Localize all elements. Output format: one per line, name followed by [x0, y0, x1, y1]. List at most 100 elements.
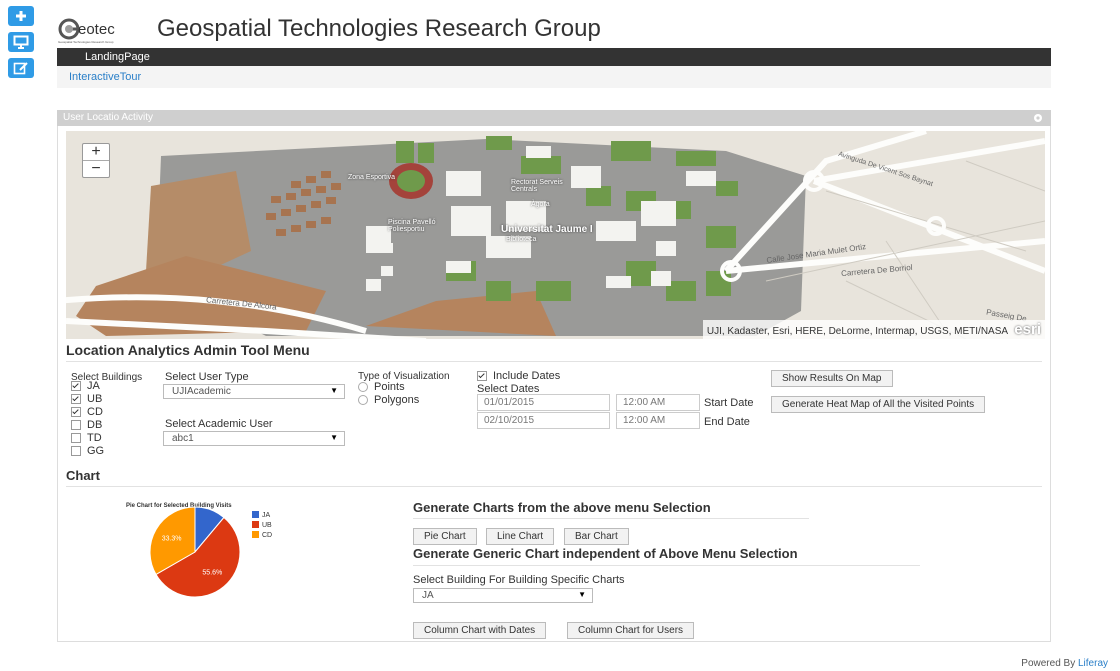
include-dates-option[interactable]: Include Dates: [477, 370, 560, 382]
end-time-input[interactable]: 12:00 AM: [616, 412, 700, 429]
building-select-value: JA: [422, 590, 434, 601]
site-title: Geospatial Technologies Research Group: [157, 15, 601, 42]
zoom-in-button[interactable]: +: [83, 144, 109, 160]
building-select[interactable]: JA ▼: [413, 588, 593, 603]
heatmap-button[interactable]: Generate Heat Map of All the Visited Poi…: [771, 396, 986, 413]
pie-chart-button[interactable]: Pie Chart: [413, 528, 477, 545]
map-label-biblioteca: Biblioteca: [506, 236, 537, 243]
radio-points[interactable]: [358, 382, 368, 393]
divider: [413, 565, 920, 566]
pie-chart-svg: 55.6% 33.3% JA UB CD: [149, 506, 272, 597]
building-option-ja[interactable]: JA: [71, 380, 104, 393]
chart-section-title: Chart: [66, 468, 100, 483]
end-date-input[interactable]: 02/10/2015: [477, 412, 610, 429]
column-chart-dates-button[interactable]: Column Chart with Dates: [413, 622, 547, 639]
academic-user-label: Select Academic User: [165, 418, 273, 430]
building-label: TD: [87, 432, 102, 444]
building-label: CD: [87, 406, 103, 418]
start-time-input[interactable]: 12:00 AM: [616, 394, 700, 411]
plus-icon: [16, 11, 26, 21]
building-option-db[interactable]: DB: [71, 419, 104, 432]
user-type-select[interactable]: UJIAcademic ▼: [163, 384, 345, 399]
user-type-value: UJIAcademic: [172, 386, 231, 397]
settings-icon[interactable]: [1033, 113, 1043, 123]
radio-polygons[interactable]: [358, 395, 368, 406]
include-dates-checkbox[interactable]: [477, 371, 487, 382]
building-option-gg[interactable]: GG: [71, 445, 104, 458]
viz-option-polygons[interactable]: Polygons: [358, 394, 419, 406]
include-dates-label: Include Dates: [493, 370, 561, 382]
chevron-down-icon: ▼: [578, 590, 586, 599]
esri-logo: esri: [1014, 321, 1041, 338]
building-checkbox[interactable]: [71, 433, 81, 444]
building-checkbox[interactable]: [71, 446, 81, 457]
edit-button[interactable]: [8, 58, 34, 78]
portlet-header: User Locatio Activity: [57, 110, 1051, 126]
legend-label: UB: [262, 522, 272, 529]
logo-subtitle: Geospatial Technologies Research Group: [58, 40, 114, 44]
zoom-out-button[interactable]: −: [83, 160, 109, 177]
building-select-label: Select Building For Building Specific Ch…: [413, 574, 625, 586]
powered-by-text: Powered By: [1021, 658, 1076, 669]
building-checkbox[interactable]: [71, 381, 81, 392]
map-label-agora: Àgora: [531, 201, 550, 208]
map-attribution: UJI, Kadaster, Esri, HERE, DeLorme, Inte…: [702, 320, 1045, 339]
points-label: Points: [374, 381, 405, 393]
map-label-zona: Zona Esportiva: [348, 174, 396, 181]
pie-chart: Pie Chart for Selected Building Visits 5…: [110, 497, 320, 597]
nav-landing-page[interactable]: LandingPage: [85, 51, 150, 63]
legend-label: JA: [262, 512, 271, 519]
edit-icon: [13, 62, 28, 75]
basemap: [66, 131, 1045, 339]
user-type-label: Select User Type: [165, 371, 249, 383]
menu-title: Location Analytics Admin Tool Menu: [66, 342, 310, 358]
start-date-input[interactable]: 01/01/2015: [477, 394, 610, 411]
logo-text: eotec: [78, 21, 115, 38]
divider: [66, 486, 1042, 487]
generic-chart-title: Generate Generic Chart independent of Ab…: [413, 546, 798, 561]
bar-chart-button[interactable]: Bar Chart: [564, 528, 629, 545]
preview-button[interactable]: [8, 32, 34, 52]
building-option-ub[interactable]: UB: [71, 393, 104, 406]
academic-user-value: abc1: [172, 433, 194, 444]
sub-nav: InteractiveTour: [57, 66, 1051, 88]
pie-data-label: 33.3%: [162, 535, 182, 542]
portlet-title: User Locatio Activity: [63, 112, 154, 123]
building-label: DB: [87, 419, 103, 431]
end-date-label: End Date: [704, 416, 750, 428]
footer: Powered By Liferay: [1021, 658, 1108, 669]
logo-icon: [58, 18, 80, 40]
start-date-label: Start Date: [704, 397, 754, 409]
building-option-cd[interactable]: CD: [71, 406, 104, 419]
generate-charts-title: Generate Charts from the above menu Sele…: [413, 500, 711, 515]
legend-swatch: [252, 511, 259, 518]
building-checkbox[interactable]: [71, 420, 81, 431]
attribution-text: UJI, Kadaster, Esri, HERE, DeLorme, Inte…: [706, 326, 1008, 337]
building-checkbox[interactable]: [71, 407, 81, 418]
map-label-campus: Universitat Jaume I: [501, 224, 593, 235]
academic-user-select[interactable]: abc1 ▼: [163, 431, 345, 446]
line-chart-button[interactable]: Line Chart: [486, 528, 555, 545]
monitor-icon: [13, 35, 29, 49]
building-label: JA: [87, 380, 100, 392]
chevron-down-icon: ▼: [330, 433, 338, 442]
legend-swatch: [252, 521, 259, 528]
show-results-button[interactable]: Show Results On Map: [771, 370, 893, 387]
building-checkbox[interactable]: [71, 394, 81, 405]
building-option-td[interactable]: TD: [71, 432, 104, 445]
map-view[interactable]: Universitat Jaume I Biblioteca Àgora Rec…: [66, 131, 1045, 339]
liferay-link[interactable]: Liferay: [1078, 658, 1108, 669]
pie-data-label: 55.6%: [202, 570, 222, 577]
divider: [413, 518, 809, 519]
nav-interactive-tour[interactable]: InteractiveTour: [69, 71, 141, 83]
main-nav: LandingPage: [57, 48, 1051, 66]
building-label: GG: [87, 445, 105, 457]
polygons-label: Polygons: [374, 394, 420, 406]
divider: [66, 361, 1042, 362]
add-button[interactable]: [8, 6, 34, 26]
legend-swatch: [252, 531, 259, 538]
map-label-rectorat: Rectorat Serveis Centrals: [511, 179, 563, 193]
viz-option-points[interactable]: Points: [358, 381, 405, 393]
legend-label: CD: [262, 532, 272, 539]
column-chart-users-button[interactable]: Column Chart for Users: [567, 622, 695, 639]
